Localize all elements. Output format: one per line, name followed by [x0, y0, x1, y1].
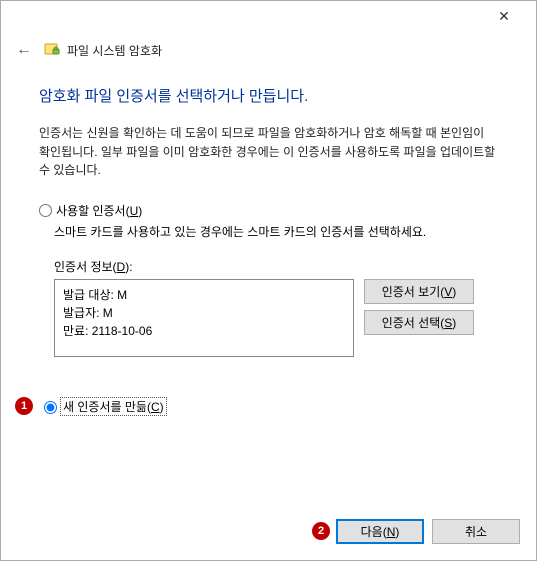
page-heading: 암호화 파일 인증서를 선택하거나 만듭니다. [39, 85, 498, 106]
cert-row: 발급 대상: M 발급자: M 만료: 2118-10-06 인증서 보기(V)… [54, 279, 498, 357]
efs-icon [43, 41, 61, 59]
header: ← 파일 시스템 암호화 [1, 31, 536, 61]
callout-1: 1 [15, 397, 33, 415]
radio-create-cert-label: 새 인증서를 만듦(C) [60, 397, 167, 416]
back-button[interactable]: ← [13, 39, 35, 61]
content-area: 암호화 파일 인증서를 선택하거나 만듭니다. 인증서는 신원을 확인하는 데 … [1, 61, 536, 416]
cert-info-label: 인증서 정보(D): [54, 258, 498, 275]
cancel-button[interactable]: 취소 [432, 519, 520, 544]
option-use-cert[interactable]: 사용할 인증서(U) [39, 202, 498, 219]
titlebar: ✕ [1, 1, 536, 31]
radio-use-cert-label: 사용할 인증서(U) [56, 202, 142, 219]
cert-buttons: 인증서 보기(V) 인증서 선택(S) [364, 279, 474, 335]
footer-buttons: 2 다음(N) 취소 [336, 519, 520, 544]
radio-use-cert[interactable] [39, 204, 52, 217]
page-description: 인증서는 신원을 확인하는 데 도움이 되므로 파일을 암호화하거나 암호 해독… [39, 124, 498, 180]
cert-expiry: 만료: 2118-10-06 [63, 322, 345, 340]
next-button[interactable]: 다음(N) [336, 519, 424, 544]
option-create-cert[interactable]: 1 새 인증서를 만듦(C) [39, 397, 498, 416]
cert-info-box: 발급 대상: M 발급자: M 만료: 2118-10-06 [54, 279, 354, 357]
use-cert-subtext: 스마트 카드를 사용하고 있는 경우에는 스마트 카드의 인증서를 선택하세요. [54, 223, 498, 240]
cert-issued-by: 발급자: M [63, 304, 345, 322]
view-cert-button[interactable]: 인증서 보기(V) [364, 279, 474, 304]
header-title: 파일 시스템 암호화 [67, 42, 162, 59]
select-cert-button[interactable]: 인증서 선택(S) [364, 310, 474, 335]
close-button[interactable]: ✕ [482, 1, 526, 31]
callout-2: 2 [312, 522, 330, 540]
radio-create-cert[interactable] [44, 401, 57, 414]
cert-issued-to: 발급 대상: M [63, 286, 345, 304]
